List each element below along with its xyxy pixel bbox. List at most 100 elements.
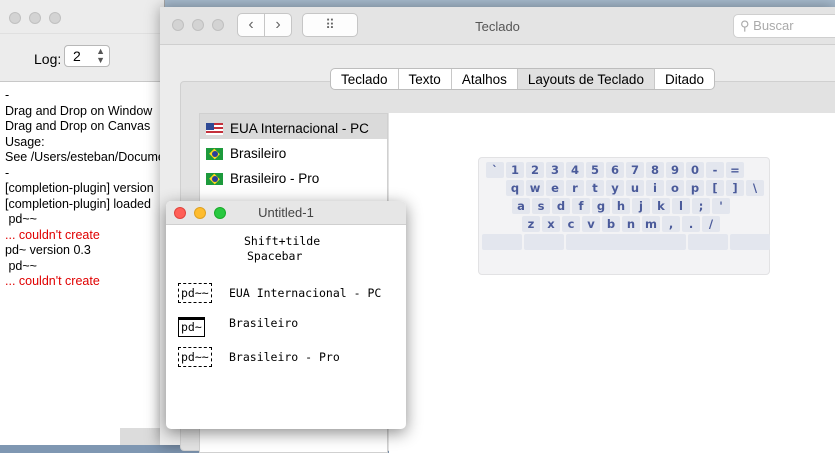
keyboard-key: r: [566, 180, 584, 196]
keyboard-viewer: ` 1 2 3 4 5 6 7 8 9 0- = q w e r t y u i o p[] \ a s d f g h j k l; ' z x c…: [478, 157, 770, 275]
us-flag-icon: [206, 122, 223, 135]
close-button[interactable]: [174, 207, 186, 219]
keyboard-key: l: [672, 198, 690, 214]
search-field[interactable]: ⚲ Buscar: [733, 14, 835, 38]
keyboard-key: =: [726, 162, 744, 178]
console-line: pd~~: [5, 212, 37, 226]
keyboard-key: a: [512, 198, 530, 214]
keyboard-key: p: [686, 180, 704, 196]
keyboard-key: .: [682, 216, 700, 232]
keyboard-key: 2: [526, 162, 544, 178]
tab-texto[interactable]: Texto: [399, 69, 452, 89]
console-line: ... couldn't create: [5, 227, 100, 242]
minimize-button[interactable]: [29, 12, 41, 24]
log-label: Log:: [34, 51, 62, 67]
keyboard-key: 1: [506, 162, 524, 178]
keyboard-key: ;: [692, 198, 710, 214]
layout-label: Brasileiro: [230, 146, 287, 161]
keyboard-key: q: [506, 180, 524, 196]
search-placeholder: Buscar: [753, 18, 794, 33]
pd-toolbar: Log: 2 ▲ ▼: [0, 34, 164, 82]
keyboard-key: v: [582, 216, 600, 232]
log-level-select[interactable]: 2 ▲ ▼: [64, 45, 110, 67]
tab-atalhos[interactable]: Atalhos: [452, 69, 518, 89]
keyboard-key: t: [586, 180, 604, 196]
close-button[interactable]: [9, 12, 21, 24]
object-comment: EUA Internacional - PC: [229, 286, 382, 300]
log-level-value: 2: [73, 48, 81, 64]
console-line: ... couldn't create: [5, 274, 100, 288]
keyboard-key: 3: [546, 162, 564, 178]
keyboard-key: d: [552, 198, 570, 214]
keyboard-key: [: [706, 180, 724, 196]
zoom-button[interactable]: [214, 207, 226, 219]
keyboard-key: s: [532, 198, 550, 214]
pd-title-bar: [0, 0, 164, 34]
layout-label: EUA Internacional - PC: [230, 121, 369, 136]
layout-list-item[interactable]: EUA Internacional - PC: [200, 114, 387, 139]
keyboard-space-row: [482, 234, 770, 250]
keyboard-key: k: [652, 198, 670, 214]
console-line: -: [5, 165, 10, 180]
keyboard-key: 9: [666, 162, 684, 178]
console-line: Drag and Drop on Canvas: [5, 119, 151, 133]
keyboard-key: y: [606, 180, 624, 196]
keyboard-key: c: [562, 216, 580, 232]
console-line: See /Users/esteban/Documents: [5, 150, 165, 164]
keyboard-key: /: [702, 216, 720, 232]
keyboard-key: f: [572, 198, 590, 214]
comment-line-1: Shift+tilde: [244, 234, 321, 248]
pd-window-footer: [120, 428, 165, 445]
zoom-button[interactable]: [49, 12, 61, 24]
patch-window: Untitled-1 Shift+tilde Spacebar pd~~ EUA…: [166, 201, 406, 429]
layout-label: Brasileiro - Pro: [230, 171, 320, 186]
pd-object-box[interactable]: pd~~: [178, 347, 212, 367]
keyboard-key: b: [602, 216, 620, 232]
pd-object-box[interactable]: pd~: [178, 317, 205, 337]
layout-list-item[interactable]: Brasileiro - Pro: [200, 164, 387, 189]
comment-line-2: Spacebar: [247, 249, 303, 263]
keyboard-key: 6: [606, 162, 624, 178]
patch-title-bar: Untitled-1: [166, 201, 406, 225]
minimize-button[interactable]: [194, 207, 206, 219]
tab-ditado[interactable]: Ditado: [655, 69, 714, 89]
keyboard-key: ,: [662, 216, 680, 232]
console-line: pd~ version 0.3: [5, 243, 91, 257]
keyboard-key: ]: [726, 180, 744, 196]
pd-main-window: Log: 2 ▲ ▼ - Drag and Drop on Window Drag a…: [0, 0, 165, 445]
keyboard-key: [730, 234, 770, 250]
object-comment: Brasileiro - Pro: [229, 350, 340, 364]
chevron-updown-icon: ▲ ▼: [96, 46, 105, 65]
layout-list-item[interactable]: Brasileiro: [200, 139, 387, 164]
keyboard-key: 4: [566, 162, 584, 178]
keyboard-key: [524, 234, 564, 250]
keyboard-key: [688, 234, 728, 250]
tab-layouts-de-teclado[interactable]: Layouts de Teclado: [517, 69, 655, 89]
keyboard-key: o: [666, 180, 684, 196]
search-icon: ⚲: [740, 18, 750, 33]
keyboard-key: -: [706, 162, 724, 178]
keyboard-row: ` 1 2 3 4 5 6 7 8 9 0- =: [482, 162, 766, 178]
tab-teclado[interactable]: Teclado: [331, 69, 399, 89]
pd-object-box[interactable]: pd~~: [178, 283, 212, 303]
keyboard-key: 7: [626, 162, 644, 178]
console-line: [completion-plugin] version: [5, 181, 154, 195]
keyboard-key: `: [486, 162, 504, 178]
keyboard-row: z x c v b n m,. /: [482, 216, 766, 232]
keyboard-key: n: [622, 216, 640, 232]
keyboard-key: \: [746, 180, 764, 196]
keyboard-key: x: [542, 216, 560, 232]
keyboard-key: e: [546, 180, 564, 196]
keyboard-key: [482, 234, 522, 250]
brazil-flag-icon: [206, 147, 223, 160]
console-line: Usage:: [5, 134, 45, 149]
console-line: pd~~: [5, 258, 37, 273]
keyboard-row: a s d f g h j k l; ': [482, 198, 766, 214]
patch-title: Untitled-1: [258, 205, 314, 220]
keyboard-key: j: [632, 198, 650, 214]
keyboard-key: z: [522, 216, 540, 232]
keyboard-key: w: [526, 180, 544, 196]
brazil-flag-icon: [206, 172, 223, 185]
console-line: [completion-plugin] loaded: [5, 196, 151, 211]
console-line: -: [5, 88, 10, 102]
